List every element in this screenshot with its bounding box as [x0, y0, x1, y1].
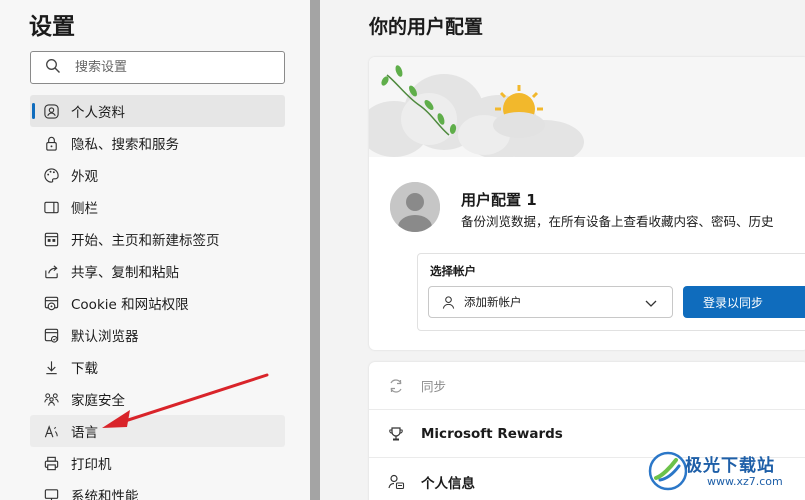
sidebar-item-label: 隐私、搜索和服务 [71, 137, 179, 153]
sync-icon [387, 377, 405, 395]
sidebar-item-label: Cookie 和网站权限 [71, 297, 189, 313]
sidebar-item-label: 外观 [71, 169, 98, 185]
sidebar-title: 设置 [29, 14, 75, 40]
search-box[interactable] [30, 51, 285, 84]
printer-icon [42, 454, 60, 472]
profile-banner [369, 57, 805, 164]
sidebar-item-label: 个人资料 [71, 105, 125, 121]
chevron-down-icon [645, 300, 657, 307]
account-select-value: 添加新帐户 [464, 295, 522, 309]
person-card-icon [387, 473, 405, 491]
share-icon [42, 262, 60, 280]
signin-sync-button[interactable]: 登录以同步 [683, 286, 805, 318]
cloud-illustration [369, 57, 805, 164]
sidebar-icon [42, 198, 60, 216]
language-icon [42, 422, 60, 440]
person-icon [442, 295, 455, 309]
sidebar-item-appearance[interactable]: 外观 [30, 159, 285, 191]
account-label: 选择帐户 [430, 264, 476, 278]
watermark-text: 极光下载站 [685, 456, 775, 476]
account-select[interactable]: 添加新帐户 [428, 286, 673, 318]
pane-divider [310, 0, 320, 500]
sidebar-item-label: 默认浏览器 [71, 329, 139, 345]
home-icon [42, 230, 60, 248]
profile-description: 备份浏览数据，在所有设备上查看收藏内容、密码、历史 [461, 214, 774, 229]
sidebar-item-label: 家庭安全 [71, 393, 125, 409]
sidebar-item-label: 下载 [71, 361, 98, 377]
sidebar-item-system[interactable]: 系统和性能 [30, 479, 285, 500]
sidebar-item-label: 系统和性能 [71, 489, 139, 500]
sync-label: 同步 [421, 379, 447, 394]
account-chooser: 选择帐户 添加新帐户 登录以同步 [417, 253, 805, 331]
sidebar-item-start-home[interactable]: 开始、主页和新建标签页 [30, 223, 285, 255]
sidebar-item-label: 侧栏 [71, 201, 98, 217]
sidebar-item-family[interactable]: 家庭安全 [30, 383, 285, 415]
watermark-logo-icon [648, 451, 688, 491]
download-icon [42, 358, 60, 376]
sidebar-item-sidebar[interactable]: 侧栏 [30, 191, 285, 223]
personal-info-label: 个人信息 [421, 475, 475, 492]
browser-icon [42, 326, 60, 344]
sidebar-item-languages[interactable]: 语言 [30, 415, 285, 447]
sidebar-item-downloads[interactable]: 下载 [30, 351, 285, 383]
avatar [390, 182, 440, 232]
profile-icon [42, 102, 60, 120]
sidebar-item-label: 语言 [71, 425, 98, 441]
watermark: 极光下载站 www.xz7.com [645, 447, 805, 500]
sidebar-item-label: 共享、复制和粘贴 [71, 265, 179, 281]
settings-nav: 个人资料 隐私、搜索和服务 外观 侧栏 开始、主页和新建标签页 共享、复制和粘贴… [30, 95, 285, 500]
cookie-icon [42, 294, 60, 312]
sidebar-item-cookies[interactable]: Cookie 和网站权限 [30, 287, 285, 319]
palette-icon [42, 166, 60, 184]
sidebar-item-privacy[interactable]: 隐私、搜索和服务 [30, 127, 285, 159]
trophy-icon [387, 425, 405, 443]
page-title: 你的用户配置 [369, 16, 484, 38]
rewards-label: Microsoft Rewards [421, 425, 563, 442]
sidebar-item-profile[interactable]: 个人资料 [30, 95, 285, 127]
sync-row[interactable]: 同步 [369, 362, 805, 410]
sidebar-item-label: 开始、主页和新建标签页 [71, 233, 220, 249]
sidebar-item-share[interactable]: 共享、复制和粘贴 [30, 255, 285, 287]
watermark-url: www.xz7.com [707, 475, 783, 488]
sidebar-item-label: 打印机 [71, 457, 112, 473]
settings-sidebar: 设置 个人资料 隐私、搜索和服务 外观 [0, 0, 310, 500]
sidebar-item-printers[interactable]: 打印机 [30, 447, 285, 479]
lock-icon [42, 134, 60, 152]
sidebar-item-default-browser[interactable]: 默认浏览器 [30, 319, 285, 351]
system-icon [42, 486, 60, 500]
family-icon [42, 390, 60, 408]
profile-name: 用户配置 1 [461, 191, 537, 209]
search-input[interactable] [75, 60, 255, 75]
main-pane: 你的用户配置 用户配置 1 备份浏览数据，在所有设备上查看收藏内容、密码、历史 … [320, 0, 805, 500]
search-icon [45, 58, 61, 78]
